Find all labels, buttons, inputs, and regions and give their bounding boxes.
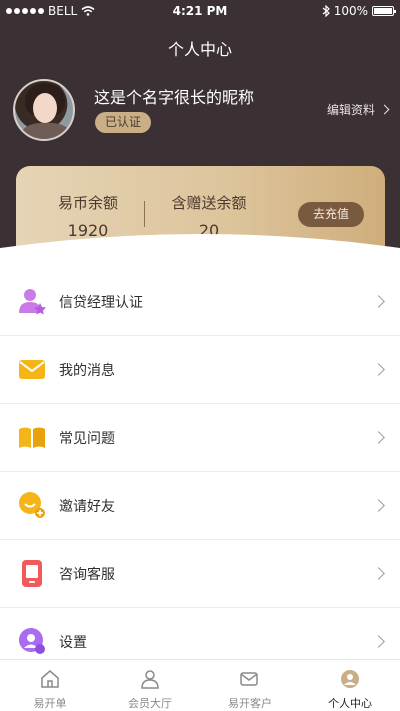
menu-item-credit-manager[interactable]: 信贷经理认证	[0, 268, 400, 336]
mail-user-icon	[240, 672, 258, 686]
menu-item-faq[interactable]: 常见问题	[0, 404, 400, 472]
tab-customers[interactable]: 易开客户	[200, 660, 300, 711]
phone-icon	[22, 560, 42, 587]
coin-balance-label: 易币余额	[57, 194, 118, 212]
tab-bar: 易开单 会员大厅 易开客户 个人中心	[0, 659, 400, 711]
edit-profile-label: 编辑资料	[326, 103, 375, 117]
status-right: 100%	[322, 4, 396, 18]
chevron-right-icon	[372, 567, 385, 580]
chevron-right-icon	[372, 295, 385, 308]
envelope-icon	[19, 360, 45, 379]
gift-balance-label: 含赠送余额	[171, 194, 247, 212]
gear-user-icon	[19, 628, 45, 654]
invite-icon	[19, 492, 45, 518]
home-icon	[41, 670, 59, 688]
chevron-right-icon	[372, 431, 385, 444]
menu-item-messages[interactable]: 我的消息	[0, 336, 400, 404]
tab-label: 易开客户	[228, 697, 272, 710]
edit-profile-link[interactable]: 编辑资料	[326, 101, 390, 118]
chevron-right-icon	[372, 499, 385, 512]
chevron-right-icon	[372, 363, 385, 376]
verified-badge: 已认证	[95, 112, 152, 133]
nickname: 这是个名字很长的昵称	[94, 88, 255, 107]
wallet-divider	[144, 201, 145, 227]
menu-label: 设置	[59, 635, 87, 651]
menu-item-invite[interactable]: 邀请好友	[0, 472, 400, 540]
menu-list: 信贷经理认证 我的消息 常见问题 邀请好友 咨询客服 设置	[0, 268, 400, 676]
tab-label: 易开单	[33, 697, 67, 710]
tab-profile[interactable]: 个人中心	[300, 660, 400, 711]
menu-label: 咨询客服	[59, 567, 115, 583]
menu-label: 邀请好友	[59, 499, 115, 515]
battery-percent: 100%	[333, 4, 368, 18]
recharge-button[interactable]: 去充值	[298, 202, 364, 227]
status-bar: BELL 4:21 PM 100%	[0, 0, 400, 22]
tab-label: 个人中心	[328, 697, 372, 710]
menu-label: 常见问题	[59, 431, 115, 447]
menu-item-customer-service[interactable]: 咨询客服	[0, 540, 400, 608]
book-icon	[19, 427, 45, 448]
chevron-right-icon	[372, 635, 385, 648]
tab-label: 会员大厅	[128, 697, 172, 710]
bluetooth-icon	[322, 5, 330, 17]
header-curve	[0, 234, 400, 272]
menu-label: 我的消息	[59, 363, 115, 379]
badge-star-icon	[19, 289, 46, 315]
tab-member-hall[interactable]: 会员大厅	[100, 660, 200, 711]
avatar[interactable]	[13, 79, 75, 141]
battery-icon	[372, 6, 396, 16]
member-icon	[141, 670, 159, 689]
chevron-right-icon	[379, 104, 390, 115]
menu-label: 信贷经理认证	[59, 295, 143, 311]
page-title: 个人中心	[167, 40, 232, 59]
profile-icon	[341, 670, 359, 688]
tab-orders[interactable]: 易开单	[0, 660, 100, 711]
